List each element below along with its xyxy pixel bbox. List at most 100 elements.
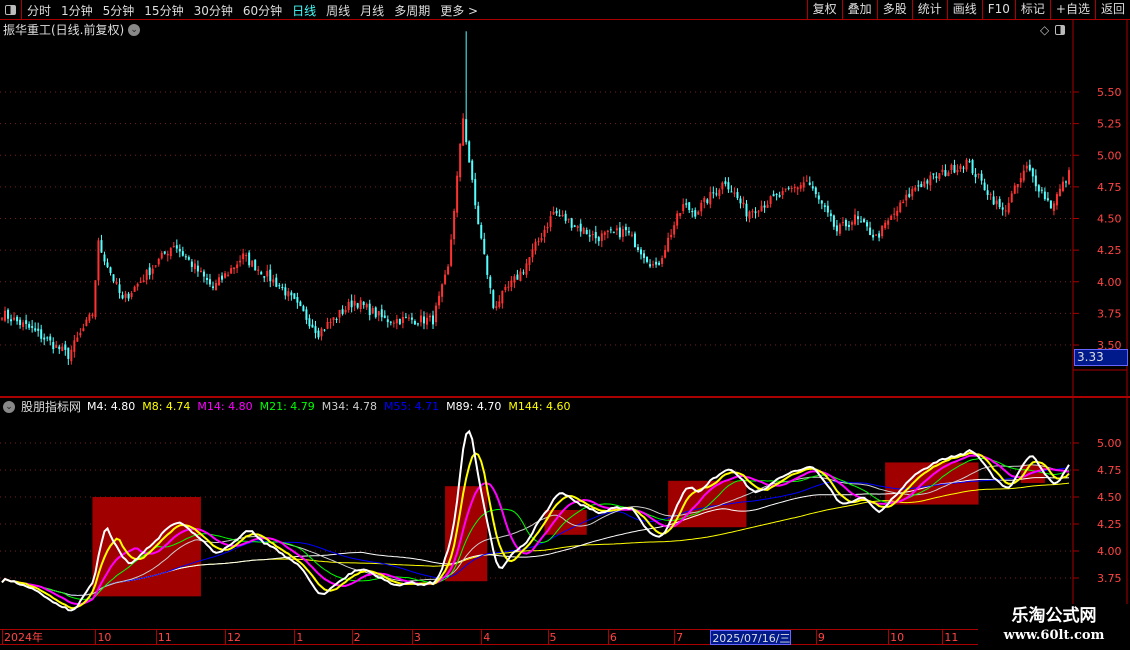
candle-body: [1068, 170, 1070, 185]
candle-body: [190, 261, 193, 267]
candle-body: [1013, 185, 1016, 194]
indicator-tick-label: 4.75: [1097, 464, 1122, 477]
candle-body: [950, 164, 953, 170]
candle-body: [588, 235, 591, 237]
candle-body: [866, 222, 869, 227]
candle-body: [522, 272, 525, 274]
candle-body: [1058, 188, 1061, 197]
candle-body: [407, 317, 410, 319]
candle-body: [902, 201, 905, 204]
candle-body: [413, 321, 416, 325]
price-tick-label: 3.75: [1097, 307, 1122, 320]
watermark-url: www.60lt.com: [1003, 628, 1105, 643]
candle-body: [576, 226, 579, 228]
candle-body: [302, 306, 305, 312]
indicator-tick-label: 4.50: [1097, 491, 1122, 504]
candle-body: [706, 199, 709, 204]
date-label: 2024年: [2, 630, 43, 645]
candle-body: [64, 344, 67, 350]
candle-body: [853, 214, 856, 225]
indicator-tick-label: 3.75: [1097, 572, 1122, 585]
candle-body: [962, 167, 965, 169]
candle-body: [495, 306, 498, 308]
candle-body: [1001, 207, 1004, 210]
candle-body: [211, 286, 214, 289]
date-label: 11: [155, 630, 172, 645]
candle-body: [163, 251, 166, 254]
candle-body: [995, 200, 998, 205]
candle-body: [1016, 184, 1019, 188]
candle-body: [389, 321, 392, 323]
date-label: 3: [411, 630, 421, 645]
candle-body: [70, 349, 73, 362]
price-tick-label: 4.00: [1097, 276, 1122, 289]
candle-body: [314, 326, 317, 333]
candle-body: [109, 267, 112, 273]
candle-body: [757, 211, 760, 213]
candle-body: [338, 310, 341, 318]
candle-body: [1061, 181, 1064, 191]
candle-body: [649, 264, 652, 267]
chevron-down-icon[interactable]: ⌄: [3, 400, 15, 413]
candle-body: [585, 229, 588, 235]
candle-body: [878, 233, 881, 238]
candle-body: [1019, 178, 1022, 183]
candle-body: [287, 291, 290, 297]
candle-body: [838, 224, 841, 234]
candle-body: [224, 273, 227, 278]
candle-body: [694, 210, 697, 217]
candle-body: [504, 286, 507, 291]
price-tick-label: 5.00: [1097, 149, 1122, 162]
candle-body: [685, 203, 688, 205]
candle-body: [582, 227, 585, 234]
candle-body: [196, 265, 199, 272]
candle-body: [887, 220, 890, 225]
candle-body: [85, 319, 88, 326]
candle-body: [567, 218, 570, 220]
candle-body: [793, 187, 796, 189]
candle-body: [540, 238, 543, 241]
candle-body: [983, 182, 986, 191]
candle-body: [215, 282, 218, 291]
candle-body: [13, 317, 16, 320]
chart-area[interactable]: 3.503.754.004.254.504.755.005.255.503.75…: [0, 0, 1130, 650]
candle-body: [938, 173, 941, 179]
candle-body: [79, 332, 82, 336]
candle-body: [178, 248, 181, 252]
candle-body: [766, 204, 769, 208]
candle-body: [676, 213, 679, 226]
candle-body: [844, 220, 847, 227]
candle-body: [34, 328, 37, 331]
candle-body: [739, 198, 742, 204]
candle-body: [953, 165, 956, 173]
candle-body: [432, 315, 435, 325]
candle-body: [893, 213, 896, 215]
candle-body: [977, 173, 980, 175]
candle-body: [477, 205, 480, 225]
candle-body: [624, 226, 627, 231]
candle-body: [142, 280, 145, 282]
candle-body: [639, 249, 642, 255]
indicator-value: M4: 4.80: [87, 400, 136, 413]
indicator-value: M89: 4.70: [446, 400, 502, 413]
candle-body: [1052, 203, 1055, 211]
candle-body: [380, 309, 383, 318]
candle-body: [528, 257, 531, 265]
candle-body: [344, 309, 347, 313]
candle-body: [784, 188, 787, 190]
candle-body: [242, 253, 245, 260]
candle-body: [435, 305, 438, 323]
candle-body: [658, 262, 661, 265]
candle-body: [480, 224, 483, 239]
candle-body: [510, 280, 513, 287]
candle-body: [447, 266, 450, 275]
candle-body: [546, 226, 549, 229]
candle-body: [4, 310, 7, 321]
candle-body: [456, 175, 459, 213]
candle-body: [697, 211, 700, 215]
candle-body: [365, 304, 368, 308]
candle-body: [136, 283, 139, 287]
candle-body: [1049, 200, 1052, 209]
candle-body: [965, 159, 968, 170]
candle-body: [100, 240, 103, 253]
